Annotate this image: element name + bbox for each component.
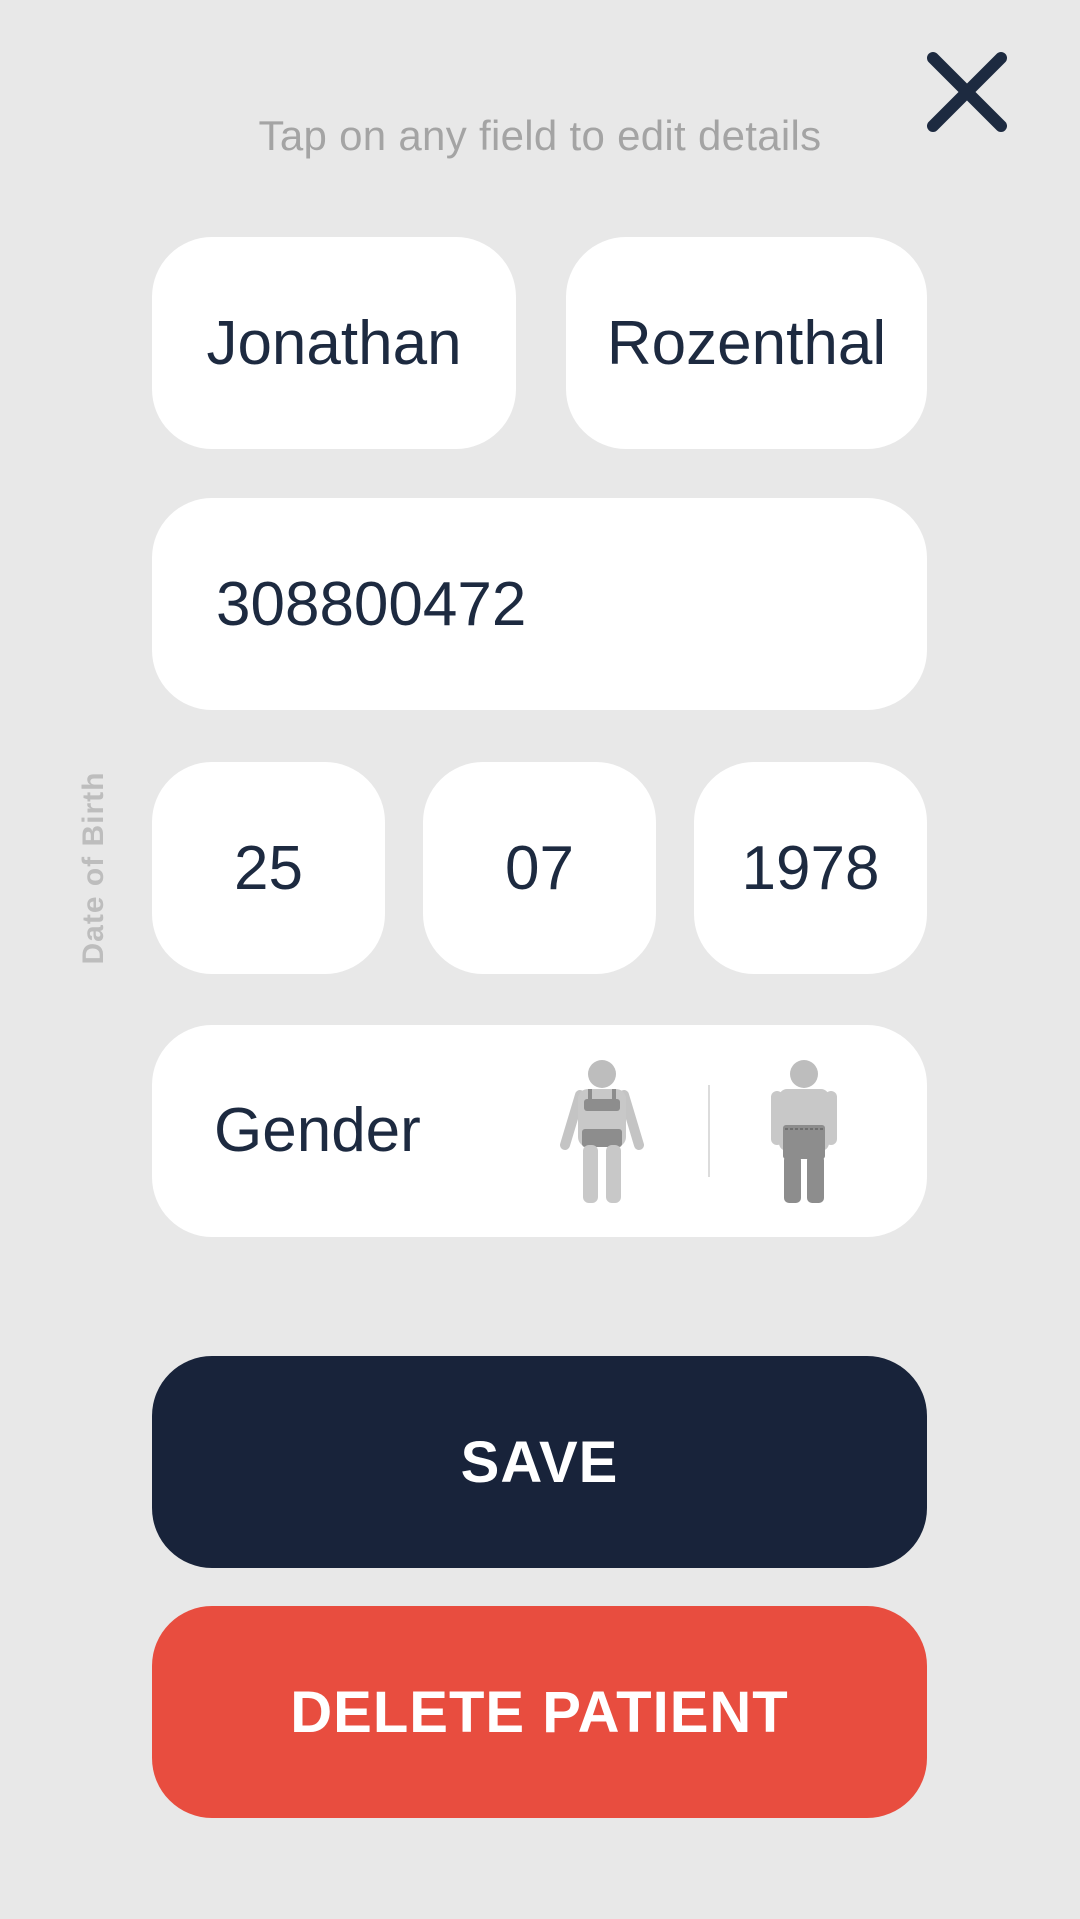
id-number-value: 308800472 [216, 569, 527, 639]
dob-month-value: 07 [505, 833, 574, 903]
dob-day-value: 25 [234, 833, 303, 903]
dob-month-field[interactable]: 07 [423, 762, 656, 974]
male-figure-icon [771, 1060, 837, 1203]
delete-patient-button[interactable]: DELETE PATIENT [152, 1606, 927, 1818]
dob-year-value: 1978 [741, 833, 880, 903]
dob-day-field[interactable]: 25 [152, 762, 385, 974]
female-figure-icon [560, 1060, 644, 1203]
gender-female-option[interactable] [547, 1055, 657, 1207]
date-of-birth-label: Date of Birth [77, 771, 110, 965]
first-name-field[interactable]: Jonathan [152, 237, 516, 449]
gender-selector: Gender [152, 1025, 927, 1237]
dob-year-field[interactable]: 1978 [694, 762, 927, 974]
save-button[interactable]: SAVE [152, 1356, 927, 1568]
id-number-field[interactable]: 308800472 [152, 498, 927, 710]
gender-label: Gender [214, 1096, 421, 1165]
gender-divider [708, 1085, 710, 1177]
gender-male-option[interactable] [749, 1055, 859, 1207]
edit-hint-text: Tap on any field to edit details [258, 112, 822, 159]
last-name-value: Rozenthal [606, 308, 887, 378]
first-name-value: Jonathan [206, 308, 462, 378]
edit-patient-screen: Tap on any field to edit details Jonatha… [0, 0, 1080, 1919]
last-name-field[interactable]: Rozenthal [566, 237, 927, 449]
